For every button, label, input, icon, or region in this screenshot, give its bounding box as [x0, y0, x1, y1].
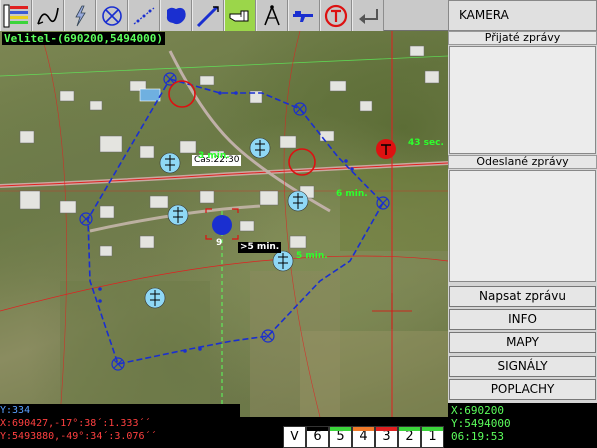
commander-coordinates: Velitel-(690200,5494000) [2, 32, 165, 45]
position-y-readout: Y:5494000 [451, 417, 511, 430]
compass-button[interactable] [256, 0, 288, 31]
alert-marker-icon [324, 4, 348, 27]
scale-cell-label: 6 [313, 429, 322, 444]
unit-time-label-3: 5 min. [296, 251, 328, 261]
lightning-icon [75, 5, 86, 26]
unit-time-label-2: 6 min. [336, 189, 368, 199]
signals-button[interactable]: SIGNÁLY [449, 356, 596, 377]
target-button[interactable] [96, 0, 128, 31]
tactical-map[interactable]: Cas:22:30 43 sec. 3 min. 6 min. 5 min. >… [0, 31, 448, 417]
draw-curve-button[interactable] [32, 0, 64, 31]
scale-cell-color-bar [422, 427, 443, 431]
scale-cell-color-bar [353, 427, 374, 431]
scale-cell-color-bar [284, 427, 305, 431]
cursor-readout: Y:334 X:690427,-17°:38´:1.333´´ Y:549388… [0, 404, 240, 448]
threat-scale: V654321 [283, 426, 444, 448]
message-panel: KAMERA Přijaté zprávy Odeslané zprávy Na… [448, 0, 597, 448]
info-button[interactable]: INFO [449, 309, 596, 330]
unit-time-label-1: 3 min. [198, 151, 230, 161]
map-overlay [0, 31, 448, 417]
scale-cell-v[interactable]: V [283, 426, 306, 448]
target-circle-x-icon [102, 5, 122, 26]
cursor-x-geo-readout: X:690427,-17°:38´:1.333´´ [0, 418, 151, 429]
maps-button[interactable]: MAPY [449, 332, 596, 353]
territory-blob-icon [166, 7, 186, 24]
scale-cell-label: 2 [405, 429, 414, 444]
scale-cell-2[interactable]: 2 [398, 426, 421, 448]
measure-ruler-icon [196, 5, 219, 27]
territory-button[interactable] [160, 0, 192, 31]
lightning-button[interactable] [64, 0, 96, 31]
position-readout: X:690200 Y:5494000 06:19:53 [448, 403, 597, 448]
measure-button[interactable] [192, 0, 224, 31]
alert-marker-button[interactable] [320, 0, 352, 31]
layers-button[interactable] [0, 0, 32, 31]
rifle-icon [293, 10, 313, 22]
command-unit-label: >5 min. [238, 242, 282, 253]
write-message-button[interactable]: Napsat zprávu [449, 286, 596, 307]
dotted-line-button[interactable] [128, 0, 160, 31]
rifle-button[interactable] [288, 0, 320, 31]
scale-cell-label: 3 [382, 429, 391, 444]
scale-cell-color-bar [376, 427, 397, 431]
scale-cell-1[interactable]: 1 [421, 426, 444, 448]
layers-icon [3, 4, 28, 27]
scale-cell-3[interactable]: 3 [375, 426, 398, 448]
position-x-readout: X:690200 [451, 404, 504, 417]
return-button[interactable] [352, 0, 384, 31]
sent-messages-list[interactable] [449, 170, 596, 282]
sent-messages-header: Odeslané zprávy [448, 155, 597, 169]
scale-cell-5[interactable]: 5 [329, 426, 352, 448]
dotted-line-icon [133, 7, 155, 24]
scale-cell-label: V [290, 429, 299, 444]
clock-readout: 06:19:53 [451, 430, 504, 443]
scale-cell-label: 5 [336, 429, 345, 444]
scale-cell-6[interactable]: 6 [306, 426, 329, 448]
command-unit-number: 9 [216, 238, 223, 248]
scale-cell-color-bar [399, 427, 420, 431]
received-messages-list[interactable] [449, 46, 596, 154]
draw-curve-icon [37, 7, 59, 25]
cursor-y-readout: Y:334 [0, 405, 31, 416]
pointing-hand-icon [229, 10, 249, 21]
toolbar [0, 0, 448, 31]
scale-cell-color-bar [330, 427, 351, 431]
alarms-button[interactable]: POPLACHY [449, 379, 596, 400]
camera-button[interactable]: KAMERA [448, 0, 597, 31]
scale-cell-color-bar [307, 427, 328, 431]
enemy-timer-label: 43 sec. [408, 138, 444, 148]
received-messages-header: Přijaté zprávy [448, 31, 597, 45]
compass-icon [264, 4, 280, 25]
pointing-hand-button[interactable] [224, 0, 256, 31]
cursor-y-geo-readout: Y:5493880,-49°:34´:3.076´´ [0, 431, 157, 442]
return-arrow-icon [359, 8, 378, 24]
scale-cell-label: 4 [359, 429, 368, 444]
scale-cell-4[interactable]: 4 [352, 426, 375, 448]
scale-cell-label: 1 [428, 429, 437, 444]
